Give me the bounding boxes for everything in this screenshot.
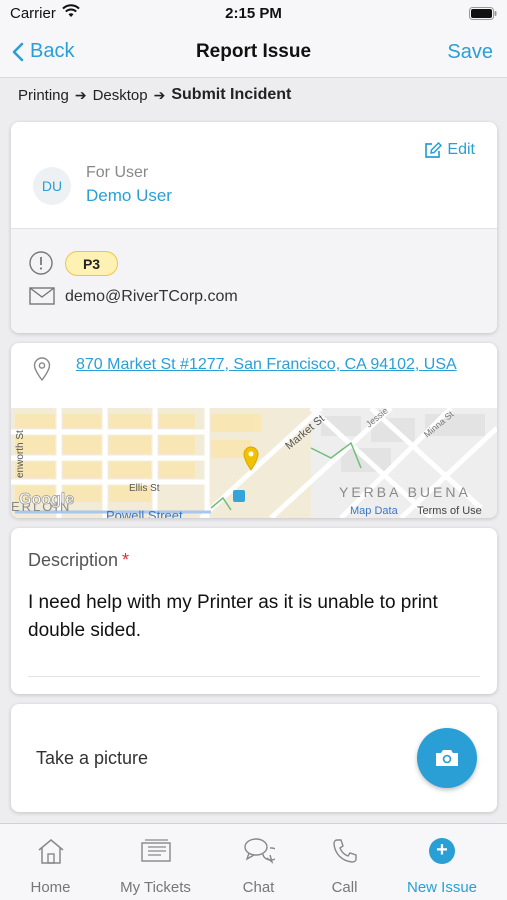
camera-button[interactable] xyxy=(417,728,477,788)
location-card: 870 Market St #1277, San Francisco, CA 9… xyxy=(11,343,497,518)
breadcrumb: Printing ➔ Desktop ➔ Submit Incident xyxy=(18,86,291,104)
tab-home-label: Home xyxy=(30,879,71,896)
tickets-icon xyxy=(105,834,206,868)
description-label-text: Description xyxy=(28,550,119,570)
camera-icon xyxy=(436,750,458,766)
tab-my-tickets-label: My Tickets xyxy=(120,879,191,896)
tab-call-label: Call xyxy=(331,879,358,896)
status-bar: Carrier 2:15 PM xyxy=(0,0,507,28)
tab-my-tickets[interactable]: My Tickets xyxy=(105,824,206,900)
battery-icon xyxy=(469,7,497,24)
location-pin-icon xyxy=(33,357,51,386)
edit-label: Edit xyxy=(447,141,475,158)
user-card: Edit DU For User Demo User P3 demo@River… xyxy=(11,122,497,333)
edit-button[interactable]: Edit xyxy=(424,141,475,159)
edit-icon xyxy=(425,141,443,158)
tab-home[interactable]: Home xyxy=(0,824,101,900)
map-label-powell-street: Powell Street xyxy=(106,508,183,518)
arrow-right-icon: ➔ xyxy=(153,86,166,103)
address-link[interactable]: 870 Market St #1277, San Francisco, CA 9… xyxy=(76,353,476,376)
back-button[interactable]: Back xyxy=(12,40,74,63)
map-label-yerba-buena: YERBA BUENA xyxy=(339,484,471,500)
google-logo: Google xyxy=(19,491,74,508)
save-button[interactable]: Save xyxy=(447,41,493,64)
page-title: Report Issue xyxy=(195,41,312,62)
plus-circle-icon: + xyxy=(429,838,455,864)
mail-icon xyxy=(29,287,55,310)
tab-bar: Home My Tickets Chat Call + New Issue xyxy=(0,823,507,900)
description-input[interactable]: I need help with my Printer as it is una… xyxy=(28,589,468,645)
phone-icon xyxy=(294,834,395,868)
email-value: demo@RiverTCorp.com xyxy=(65,288,238,305)
required-mark: * xyxy=(122,550,130,570)
breadcrumb-item-desktop[interactable]: Desktop xyxy=(93,87,148,104)
priority-badge: P3 xyxy=(65,251,118,276)
terms-link[interactable]: Terms of Use xyxy=(417,505,482,517)
chevron-left-icon xyxy=(12,42,24,61)
description-card: Description * I need help with my Printer… xyxy=(11,528,497,694)
user-section: Edit DU For User Demo User xyxy=(11,122,497,229)
home-icon xyxy=(0,834,101,868)
arrow-right-icon: ➔ xyxy=(74,86,87,103)
back-label: Back xyxy=(30,40,75,62)
map-label-ellis-st: Ellis St xyxy=(129,483,160,494)
map-data-link[interactable]: Map Data xyxy=(350,505,399,517)
tab-call[interactable]: Call xyxy=(294,824,395,900)
breadcrumb-item-printing[interactable]: Printing xyxy=(18,87,69,104)
nav-bar: Back Report Issue Save xyxy=(0,28,507,78)
location-map[interactable]: Market St Jessie Minna St Ellis St Powel… xyxy=(11,405,497,518)
tab-new-issue-label: New Issue xyxy=(406,879,478,896)
map-label-leavenworth: enworth St xyxy=(15,430,26,478)
contact-section xyxy=(11,229,497,333)
tab-new-issue[interactable]: + New Issue xyxy=(392,824,492,900)
take-picture-label: Take a picture xyxy=(36,748,149,768)
exclamation-circle-icon xyxy=(29,251,53,280)
for-user-name[interactable]: Demo User xyxy=(86,186,172,206)
divider xyxy=(28,676,480,677)
for-user-label: For User xyxy=(86,164,149,181)
breadcrumb-current: Submit Incident xyxy=(171,86,292,103)
description-label: Description * xyxy=(28,550,129,571)
avatar: DU xyxy=(33,167,71,205)
clock-label: 2:15 PM xyxy=(225,5,282,22)
